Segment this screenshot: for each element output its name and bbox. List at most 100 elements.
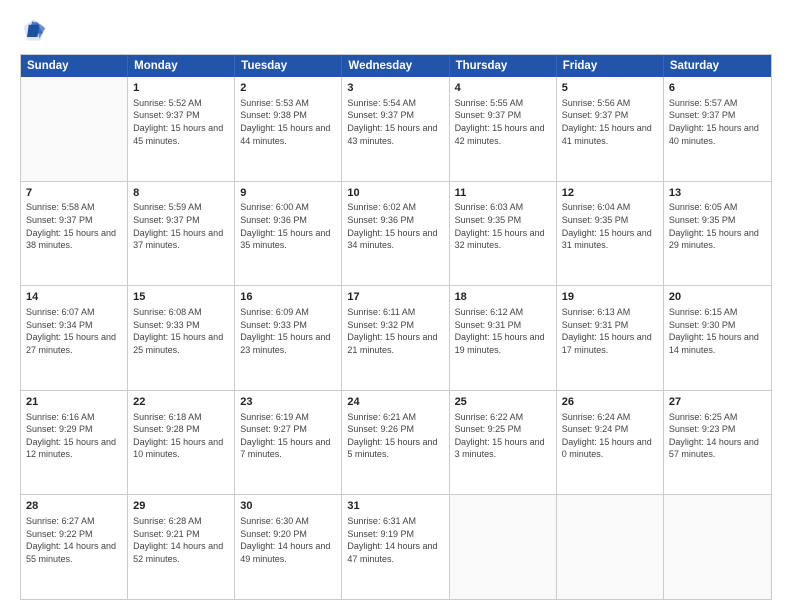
day-number: 20 bbox=[669, 290, 766, 305]
calendar-week-4: 21Sunrise: 6:16 AM Sunset: 9:29 PM Dayli… bbox=[21, 391, 771, 496]
calendar: SundayMondayTuesdayWednesdayThursdayFrid… bbox=[20, 54, 772, 600]
calendar-week-2: 7Sunrise: 5:58 AM Sunset: 9:37 PM Daylig… bbox=[21, 182, 771, 287]
day-number: 29 bbox=[133, 499, 229, 514]
calendar-cell: 6Sunrise: 5:57 AM Sunset: 9:37 PM Daylig… bbox=[664, 77, 771, 181]
day-info: Sunrise: 6:11 AM Sunset: 9:32 PM Dayligh… bbox=[347, 306, 443, 356]
weekday-header-saturday: Saturday bbox=[664, 55, 771, 77]
day-number: 12 bbox=[562, 186, 658, 201]
calendar-cell: 2Sunrise: 5:53 AM Sunset: 9:38 PM Daylig… bbox=[235, 77, 342, 181]
calendar-cell bbox=[664, 495, 771, 599]
calendar-cell: 26Sunrise: 6:24 AM Sunset: 9:24 PM Dayli… bbox=[557, 391, 664, 495]
calendar-cell: 19Sunrise: 6:13 AM Sunset: 9:31 PM Dayli… bbox=[557, 286, 664, 390]
calendar-cell: 9Sunrise: 6:00 AM Sunset: 9:36 PM Daylig… bbox=[235, 182, 342, 286]
calendar-cell: 8Sunrise: 5:59 AM Sunset: 9:37 PM Daylig… bbox=[128, 182, 235, 286]
logo bbox=[20, 16, 52, 44]
day-number: 11 bbox=[455, 186, 551, 201]
day-info: Sunrise: 6:16 AM Sunset: 9:29 PM Dayligh… bbox=[26, 411, 122, 461]
day-info: Sunrise: 6:19 AM Sunset: 9:27 PM Dayligh… bbox=[240, 411, 336, 461]
day-number: 16 bbox=[240, 290, 336, 305]
calendar-cell: 25Sunrise: 6:22 AM Sunset: 9:25 PM Dayli… bbox=[450, 391, 557, 495]
day-info: Sunrise: 5:58 AM Sunset: 9:37 PM Dayligh… bbox=[26, 201, 122, 251]
calendar-week-3: 14Sunrise: 6:07 AM Sunset: 9:34 PM Dayli… bbox=[21, 286, 771, 391]
day-number: 28 bbox=[26, 499, 122, 514]
weekday-header-sunday: Sunday bbox=[21, 55, 128, 77]
calendar-cell: 28Sunrise: 6:27 AM Sunset: 9:22 PM Dayli… bbox=[21, 495, 128, 599]
calendar-header-row: SundayMondayTuesdayWednesdayThursdayFrid… bbox=[21, 55, 771, 77]
day-number: 10 bbox=[347, 186, 443, 201]
calendar-cell: 24Sunrise: 6:21 AM Sunset: 9:26 PM Dayli… bbox=[342, 391, 449, 495]
day-number: 22 bbox=[133, 395, 229, 410]
day-number: 18 bbox=[455, 290, 551, 305]
day-info: Sunrise: 6:00 AM Sunset: 9:36 PM Dayligh… bbox=[240, 201, 336, 251]
day-number: 6 bbox=[669, 81, 766, 96]
calendar-cell: 15Sunrise: 6:08 AM Sunset: 9:33 PM Dayli… bbox=[128, 286, 235, 390]
day-number: 17 bbox=[347, 290, 443, 305]
day-info: Sunrise: 6:12 AM Sunset: 9:31 PM Dayligh… bbox=[455, 306, 551, 356]
calendar-cell: 1Sunrise: 5:52 AM Sunset: 9:37 PM Daylig… bbox=[128, 77, 235, 181]
day-info: Sunrise: 6:04 AM Sunset: 9:35 PM Dayligh… bbox=[562, 201, 658, 251]
weekday-header-thursday: Thursday bbox=[450, 55, 557, 77]
calendar-cell: 30Sunrise: 6:30 AM Sunset: 9:20 PM Dayli… bbox=[235, 495, 342, 599]
calendar-cell: 17Sunrise: 6:11 AM Sunset: 9:32 PM Dayli… bbox=[342, 286, 449, 390]
calendar-cell: 20Sunrise: 6:15 AM Sunset: 9:30 PM Dayli… bbox=[664, 286, 771, 390]
day-number: 27 bbox=[669, 395, 766, 410]
day-number: 3 bbox=[347, 81, 443, 96]
day-info: Sunrise: 5:55 AM Sunset: 9:37 PM Dayligh… bbox=[455, 97, 551, 147]
calendar-cell bbox=[557, 495, 664, 599]
day-info: Sunrise: 6:09 AM Sunset: 9:33 PM Dayligh… bbox=[240, 306, 336, 356]
day-number: 7 bbox=[26, 186, 122, 201]
weekday-header-monday: Monday bbox=[128, 55, 235, 77]
day-number: 2 bbox=[240, 81, 336, 96]
calendar-cell: 31Sunrise: 6:31 AM Sunset: 9:19 PM Dayli… bbox=[342, 495, 449, 599]
day-number: 8 bbox=[133, 186, 229, 201]
calendar-cell: 14Sunrise: 6:07 AM Sunset: 9:34 PM Dayli… bbox=[21, 286, 128, 390]
calendar-body: 1Sunrise: 5:52 AM Sunset: 9:37 PM Daylig… bbox=[21, 77, 771, 599]
calendar-cell: 5Sunrise: 5:56 AM Sunset: 9:37 PM Daylig… bbox=[557, 77, 664, 181]
day-number: 15 bbox=[133, 290, 229, 305]
day-info: Sunrise: 6:13 AM Sunset: 9:31 PM Dayligh… bbox=[562, 306, 658, 356]
day-number: 31 bbox=[347, 499, 443, 514]
day-info: Sunrise: 6:03 AM Sunset: 9:35 PM Dayligh… bbox=[455, 201, 551, 251]
day-info: Sunrise: 6:07 AM Sunset: 9:34 PM Dayligh… bbox=[26, 306, 122, 356]
day-number: 9 bbox=[240, 186, 336, 201]
calendar-cell: 7Sunrise: 5:58 AM Sunset: 9:37 PM Daylig… bbox=[21, 182, 128, 286]
calendar-cell: 13Sunrise: 6:05 AM Sunset: 9:35 PM Dayli… bbox=[664, 182, 771, 286]
calendar-cell: 16Sunrise: 6:09 AM Sunset: 9:33 PM Dayli… bbox=[235, 286, 342, 390]
day-number: 14 bbox=[26, 290, 122, 305]
day-info: Sunrise: 6:02 AM Sunset: 9:36 PM Dayligh… bbox=[347, 201, 443, 251]
day-info: Sunrise: 6:30 AM Sunset: 9:20 PM Dayligh… bbox=[240, 515, 336, 565]
day-info: Sunrise: 6:18 AM Sunset: 9:28 PM Dayligh… bbox=[133, 411, 229, 461]
calendar-cell: 10Sunrise: 6:02 AM Sunset: 9:36 PM Dayli… bbox=[342, 182, 449, 286]
calendar-cell: 18Sunrise: 6:12 AM Sunset: 9:31 PM Dayli… bbox=[450, 286, 557, 390]
calendar-cell: 4Sunrise: 5:55 AM Sunset: 9:37 PM Daylig… bbox=[450, 77, 557, 181]
day-info: Sunrise: 6:22 AM Sunset: 9:25 PM Dayligh… bbox=[455, 411, 551, 461]
day-info: Sunrise: 6:15 AM Sunset: 9:30 PM Dayligh… bbox=[669, 306, 766, 356]
calendar-cell bbox=[21, 77, 128, 181]
calendar-cell bbox=[450, 495, 557, 599]
calendar-cell: 29Sunrise: 6:28 AM Sunset: 9:21 PM Dayli… bbox=[128, 495, 235, 599]
day-info: Sunrise: 6:21 AM Sunset: 9:26 PM Dayligh… bbox=[347, 411, 443, 461]
calendar-cell: 21Sunrise: 6:16 AM Sunset: 9:29 PM Dayli… bbox=[21, 391, 128, 495]
day-info: Sunrise: 6:27 AM Sunset: 9:22 PM Dayligh… bbox=[26, 515, 122, 565]
day-info: Sunrise: 5:59 AM Sunset: 9:37 PM Dayligh… bbox=[133, 201, 229, 251]
day-info: Sunrise: 6:25 AM Sunset: 9:23 PM Dayligh… bbox=[669, 411, 766, 461]
weekday-header-friday: Friday bbox=[557, 55, 664, 77]
day-number: 5 bbox=[562, 81, 658, 96]
day-info: Sunrise: 6:31 AM Sunset: 9:19 PM Dayligh… bbox=[347, 515, 443, 565]
calendar-cell: 12Sunrise: 6:04 AM Sunset: 9:35 PM Dayli… bbox=[557, 182, 664, 286]
calendar-cell: 11Sunrise: 6:03 AM Sunset: 9:35 PM Dayli… bbox=[450, 182, 557, 286]
weekday-header-wednesday: Wednesday bbox=[342, 55, 449, 77]
day-info: Sunrise: 6:05 AM Sunset: 9:35 PM Dayligh… bbox=[669, 201, 766, 251]
day-number: 13 bbox=[669, 186, 766, 201]
day-number: 21 bbox=[26, 395, 122, 410]
calendar-week-5: 28Sunrise: 6:27 AM Sunset: 9:22 PM Dayli… bbox=[21, 495, 771, 599]
header bbox=[20, 16, 772, 44]
day-info: Sunrise: 6:08 AM Sunset: 9:33 PM Dayligh… bbox=[133, 306, 229, 356]
day-number: 26 bbox=[562, 395, 658, 410]
day-number: 4 bbox=[455, 81, 551, 96]
day-info: Sunrise: 5:56 AM Sunset: 9:37 PM Dayligh… bbox=[562, 97, 658, 147]
calendar-cell: 3Sunrise: 5:54 AM Sunset: 9:37 PM Daylig… bbox=[342, 77, 449, 181]
day-number: 23 bbox=[240, 395, 336, 410]
calendar-cell: 23Sunrise: 6:19 AM Sunset: 9:27 PM Dayli… bbox=[235, 391, 342, 495]
logo-icon bbox=[20, 16, 48, 44]
